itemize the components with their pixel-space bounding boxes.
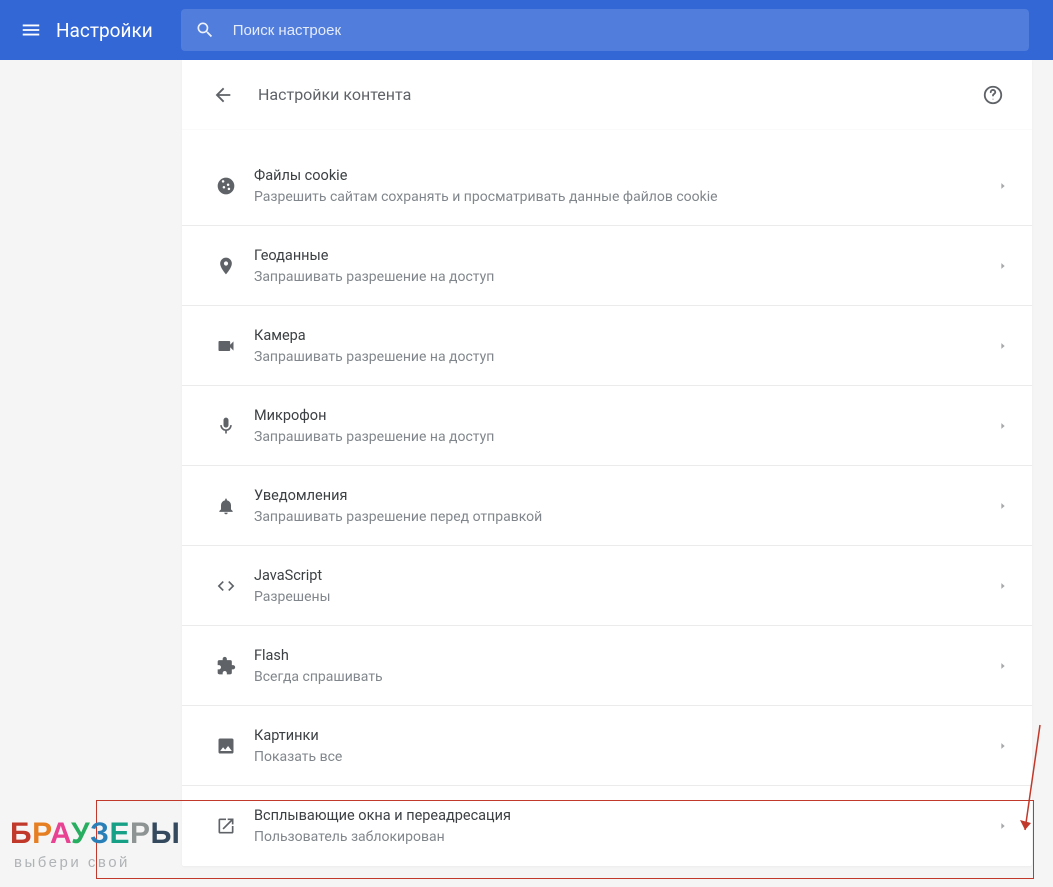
javascript-icon xyxy=(202,576,250,596)
chevron-right-icon xyxy=(990,341,1008,351)
setting-title: Flash xyxy=(254,647,990,664)
chevron-right-icon xyxy=(990,181,1008,191)
help-button[interactable] xyxy=(978,80,1008,110)
chevron-right-icon xyxy=(990,741,1008,751)
setting-subtitle: Запрашивать разрешение на доступ xyxy=(254,429,990,445)
panel-header: Настройки контента xyxy=(182,60,1032,130)
setting-subtitle: Запрашивать разрешение перед отправкой xyxy=(254,509,990,525)
setting-title: Картинки xyxy=(254,727,990,744)
popups-icon xyxy=(202,816,250,836)
chevron-right-icon xyxy=(990,261,1008,271)
setting-subtitle: Показать все xyxy=(254,749,990,765)
menu-icon xyxy=(20,19,42,41)
watermark: БРАУЗЕРЫ xyxy=(10,817,180,851)
setting-item-flash[interactable]: Flash Всегда спрашивать xyxy=(182,626,1032,706)
setting-subtitle: Разрешены xyxy=(254,589,990,605)
panel-title: Настройки контента xyxy=(258,85,978,104)
search-field[interactable] xyxy=(181,9,1029,51)
setting-title: Уведомления xyxy=(254,487,990,504)
chevron-right-icon xyxy=(990,661,1008,671)
app-header: Настройки xyxy=(0,0,1053,60)
camera-icon xyxy=(202,336,250,356)
location-icon xyxy=(202,256,250,276)
settings-panel: Настройки контента Файлы cookie Разрешить… xyxy=(182,60,1032,866)
setting-item-location[interactable]: Геоданные Запрашивать разрешение на досту… xyxy=(182,226,1032,306)
setting-title: Геоданные xyxy=(254,247,990,264)
chevron-right-icon xyxy=(990,821,1008,831)
setting-item-popups[interactable]: Всплывающие окна и переадресация Пользова… xyxy=(182,786,1032,866)
setting-title: Всплывающие окна и переадресация xyxy=(254,807,990,824)
search-input[interactable] xyxy=(233,22,1015,39)
search-icon xyxy=(195,20,215,40)
setting-subtitle: Пользователь заблокирован xyxy=(254,829,990,845)
cookies-icon xyxy=(202,176,250,196)
help-icon xyxy=(982,84,1004,106)
setting-subtitle: Всегда спрашивать xyxy=(254,669,990,685)
back-button[interactable] xyxy=(206,78,240,112)
setting-item-camera[interactable]: Камера Запрашивать разрешение на доступ xyxy=(182,306,1032,386)
setting-title: Микрофон xyxy=(254,407,990,424)
notifications-icon xyxy=(202,496,250,516)
images-icon xyxy=(202,736,250,756)
chevron-right-icon xyxy=(990,581,1008,591)
microphone-icon xyxy=(202,416,250,436)
flash-icon xyxy=(202,656,250,676)
setting-subtitle: Запрашивать разрешение на доступ xyxy=(254,269,990,285)
setting-item-notifications[interactable]: Уведомления Запрашивать разрешение перед … xyxy=(182,466,1032,546)
setting-title: Файлы cookie xyxy=(254,167,990,184)
arrow-back-icon xyxy=(212,84,234,106)
watermark-subtitle: выбери свой xyxy=(14,854,130,871)
setting-subtitle: Запрашивать разрешение на доступ xyxy=(254,349,990,365)
setting-title: JavaScript xyxy=(254,567,990,584)
setting-item-images[interactable]: Картинки Показать все xyxy=(182,706,1032,786)
setting-subtitle: Разрешить сайтам сохранять и просматрива… xyxy=(254,189,990,205)
setting-item-javascript[interactable]: JavaScript Разрешены xyxy=(182,546,1032,626)
menu-button[interactable] xyxy=(12,11,50,49)
setting-title: Камера xyxy=(254,327,990,344)
settings-list: Файлы cookie Разрешить сайтам сохранять и… xyxy=(182,130,1032,866)
setting-item-microphone[interactable]: Микрофон Запрашивать разрешение на доступ xyxy=(182,386,1032,466)
chevron-right-icon xyxy=(990,501,1008,511)
header-title: Настройки xyxy=(56,19,153,42)
setting-item-cookies[interactable]: Файлы cookie Разрешить сайтам сохранять и… xyxy=(182,146,1032,226)
chevron-right-icon xyxy=(990,421,1008,431)
